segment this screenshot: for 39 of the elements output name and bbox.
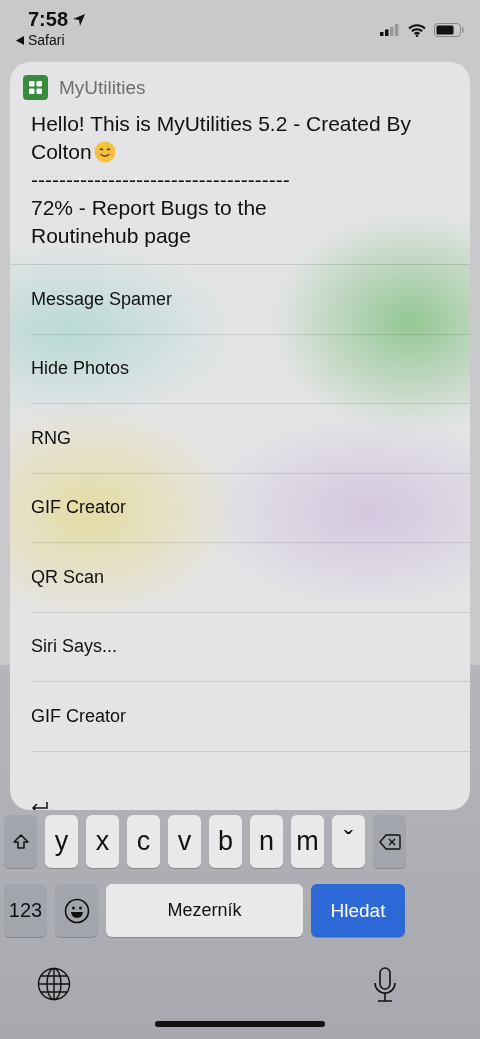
- microphone-icon[interactable]: [372, 967, 398, 1003]
- back-triangle-icon[interactable]: [16, 35, 24, 45]
- message-text: 72% - Report Bugs to the Routinehub page: [31, 195, 268, 249]
- menu-item[interactable]: QR Scan: [31, 543, 470, 613]
- menu-item[interactable]: Message Spamer: [31, 265, 470, 335]
- menu-title: MyUtilities: [59, 76, 146, 99]
- location-arrow-icon: [72, 12, 87, 27]
- backspace-icon: [378, 833, 401, 850]
- smiley-face-icon: [63, 897, 90, 924]
- letter-key[interactable]: ˇ: [332, 815, 365, 868]
- menu-item[interactable]: Hide Photos: [31, 334, 470, 404]
- menu-item[interactable]: RNG: [31, 404, 470, 474]
- shift-key[interactable]: [4, 815, 37, 868]
- emoji-key[interactable]: [55, 884, 98, 937]
- letter-key[interactable]: c: [127, 815, 160, 868]
- menu-item[interactable]: Siri Says...: [31, 612, 470, 682]
- signal-icon: [380, 24, 400, 36]
- delete-key[interactable]: [373, 815, 406, 868]
- globe-icon[interactable]: [37, 967, 71, 1001]
- status-time: 7:58: [28, 8, 69, 31]
- wifi-icon: [408, 23, 426, 37]
- message-text: Hello! This is MyUtilities 5.2 - Created By Colton: [31, 111, 413, 165]
- numbers-key[interactable]: 123: [4, 884, 47, 937]
- space-key[interactable]: Mezerník: [106, 884, 303, 937]
- back-to-app-link[interactable]: Safari: [28, 32, 65, 48]
- letter-key[interactable]: v: [168, 815, 201, 868]
- menu-item[interactable]: GIF Creator: [31, 473, 470, 543]
- search-key[interactable]: Hledat: [311, 884, 405, 937]
- letter-key[interactable]: x: [86, 815, 119, 868]
- smiley-icon: [93, 141, 116, 163]
- shift-arrow-icon: [11, 832, 30, 851]
- menu-item[interactable]: GIF Creator: [31, 682, 470, 752]
- letter-key[interactable]: b: [209, 815, 242, 868]
- app-icon: [23, 75, 48, 100]
- message-text: -------------------------------------: [31, 167, 291, 193]
- battery-icon: [434, 23, 464, 37]
- letter-key[interactable]: m: [291, 815, 324, 868]
- letter-key[interactable]: y: [45, 815, 78, 868]
- letter-key[interactable]: n: [250, 815, 283, 868]
